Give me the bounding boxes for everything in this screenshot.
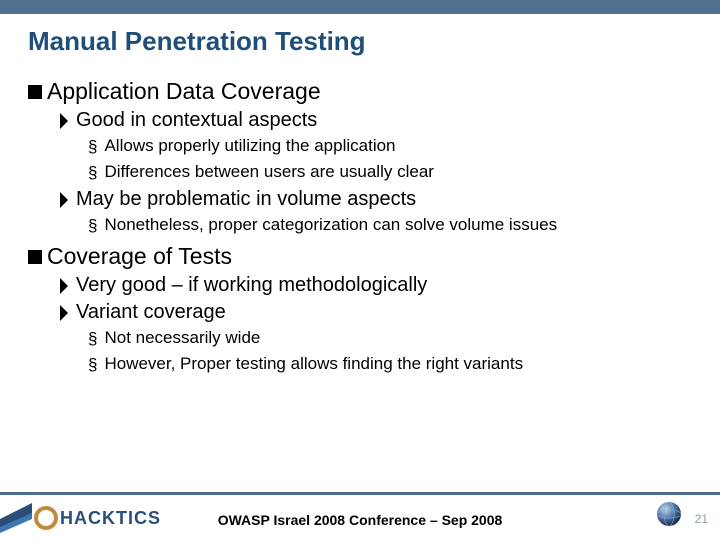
level3-text: However, Proper testing allows finding t… [104,354,523,374]
top-bar [0,0,720,14]
square-bullet-icon [28,250,42,264]
section-bullet-icon: § [88,215,97,237]
bullet-level3: § Nonetheless, proper categorization can… [88,215,700,237]
slide: Manual Penetration Testing Application D… [0,0,720,540]
bullet-level3: § Differences between users are usually … [88,162,700,184]
level2-text: Good in contextual aspects [76,109,317,132]
level1-text: Coverage of Tests [47,243,232,270]
arrow-bullet-icon [58,192,70,208]
globe-icon [656,501,682,532]
page-number: 21 [695,512,708,526]
bullet-level2: Variant coverage [58,301,700,324]
level1-text: Application Data Coverage [47,78,321,105]
section-bullet-icon: § [88,354,97,376]
level2-text: Variant coverage [76,301,226,324]
arrow-bullet-icon [58,305,70,321]
square-bullet-icon [28,85,42,99]
bullet-level3: § Not necessarily wide [88,328,700,350]
level3-text: Not necessarily wide [104,328,260,348]
footer: HACKTICS OWASP Israel 2008 Conference – … [0,492,720,540]
section-bullet-icon: § [88,328,97,350]
level2-text: May be problematic in volume aspects [76,188,416,211]
bullet-level3: § However, Proper testing allows finding… [88,354,700,376]
bullet-level2: Very good – if working methodologically [58,274,700,297]
level3-text: Allows properly utilizing the applicatio… [104,136,395,156]
section-bullet-icon: § [88,162,97,184]
slide-title: Manual Penetration Testing [28,26,366,57]
bullet-level1: Application Data Coverage [28,78,700,105]
level2-text: Very good – if working methodologically [76,274,427,297]
level3-text: Nonetheless, proper categorization can s… [104,215,557,235]
bullet-level1: Coverage of Tests [28,243,700,270]
bullet-level2: Good in contextual aspects [58,109,700,132]
arrow-bullet-icon [58,113,70,129]
slide-body: Application Data Coverage Good in contex… [28,72,700,376]
footer-text: OWASP Israel 2008 Conference – Sep 2008 [0,512,720,528]
arrow-bullet-icon [58,278,70,294]
section-bullet-icon: § [88,136,97,158]
bullet-level3: § Allows properly utilizing the applicat… [88,136,700,158]
level3-text: Differences between users are usually cl… [104,162,433,182]
bullet-level2: May be problematic in volume aspects [58,188,700,211]
